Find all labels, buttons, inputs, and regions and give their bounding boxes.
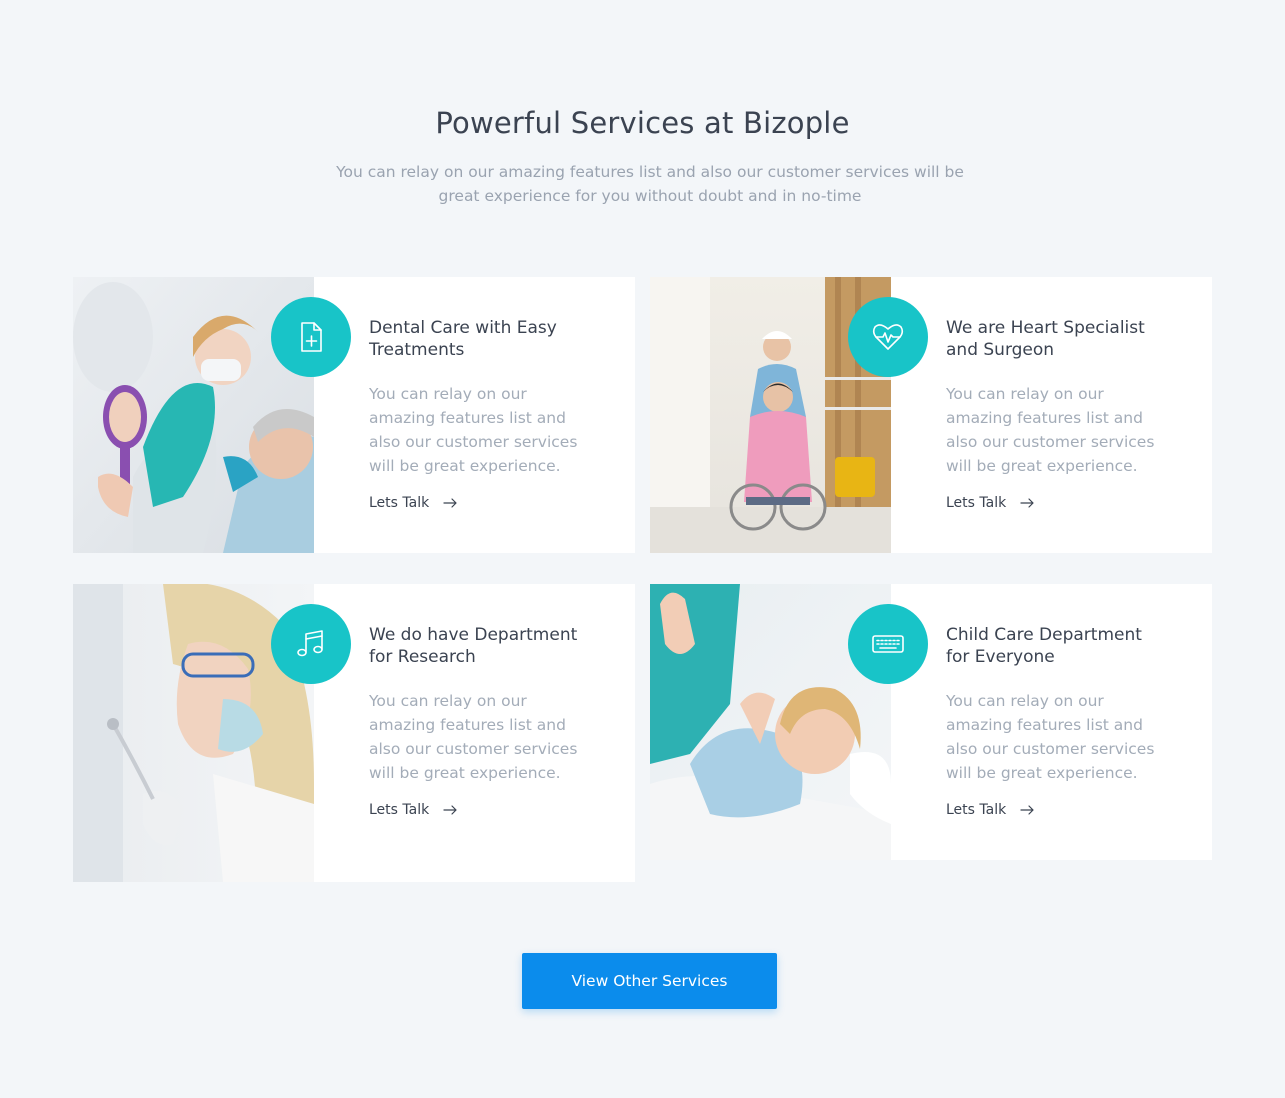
link-label: Lets Talk <box>369 802 430 818</box>
service-card-dental: Dental Care with Easy Treatments You can… <box>73 277 635 553</box>
view-other-services-button[interactable]: View Other Services <box>522 953 777 1009</box>
link-label: Lets Talk <box>946 802 1007 818</box>
card-body: Dental Care with Easy Treatments You can… <box>369 317 591 511</box>
card-title: We are Heart Specialist and Surgeon <box>946 318 1145 360</box>
services-section: Powerful Services at Bizople You can rel… <box>0 0 1285 1098</box>
arrow-right-icon <box>1020 498 1034 508</box>
arrow-right-icon <box>443 498 457 508</box>
link-label: Lets Talk <box>946 495 1007 511</box>
card-description: You can relay on our amazing features li… <box>946 692 1155 782</box>
music-note-icon <box>271 604 351 684</box>
arrow-right-icon <box>443 805 457 815</box>
heart-pulse-icon <box>848 297 928 377</box>
card-body: We are Heart Specialist and Surgeon You … <box>946 317 1168 511</box>
link-label: Lets Talk <box>369 495 430 511</box>
keyboard-icon <box>848 604 928 684</box>
service-card-heart: We are Heart Specialist and Surgeon You … <box>650 277 1212 553</box>
lets-talk-link[interactable]: Lets Talk <box>946 802 1034 818</box>
card-title: Child Care Department for Everyone <box>946 625 1142 667</box>
card-title: Dental Care with Easy Treatments <box>369 318 557 360</box>
service-card-child-care: Child Care Department for Everyone You c… <box>650 584 1212 860</box>
lets-talk-link[interactable]: Lets Talk <box>946 495 1034 511</box>
arrow-right-icon <box>1020 805 1034 815</box>
section-subtitle: You can relay on our amazing features li… <box>336 163 964 205</box>
document-plus-icon <box>271 297 351 377</box>
section-title: Powerful Services at Bizople <box>435 106 850 140</box>
card-description: You can relay on our amazing features li… <box>946 385 1155 475</box>
lets-talk-link[interactable]: Lets Talk <box>369 802 457 818</box>
card-description: You can relay on our amazing features li… <box>369 692 578 782</box>
card-body: We do have Department for Research You c… <box>369 624 591 818</box>
card-description: You can relay on our amazing features li… <box>369 385 578 475</box>
service-card-research: We do have Department for Research You c… <box>73 584 635 882</box>
card-title: We do have Department for Research <box>369 625 578 667</box>
card-body: Child Care Department for Everyone You c… <box>946 624 1168 818</box>
lets-talk-link[interactable]: Lets Talk <box>369 495 457 511</box>
